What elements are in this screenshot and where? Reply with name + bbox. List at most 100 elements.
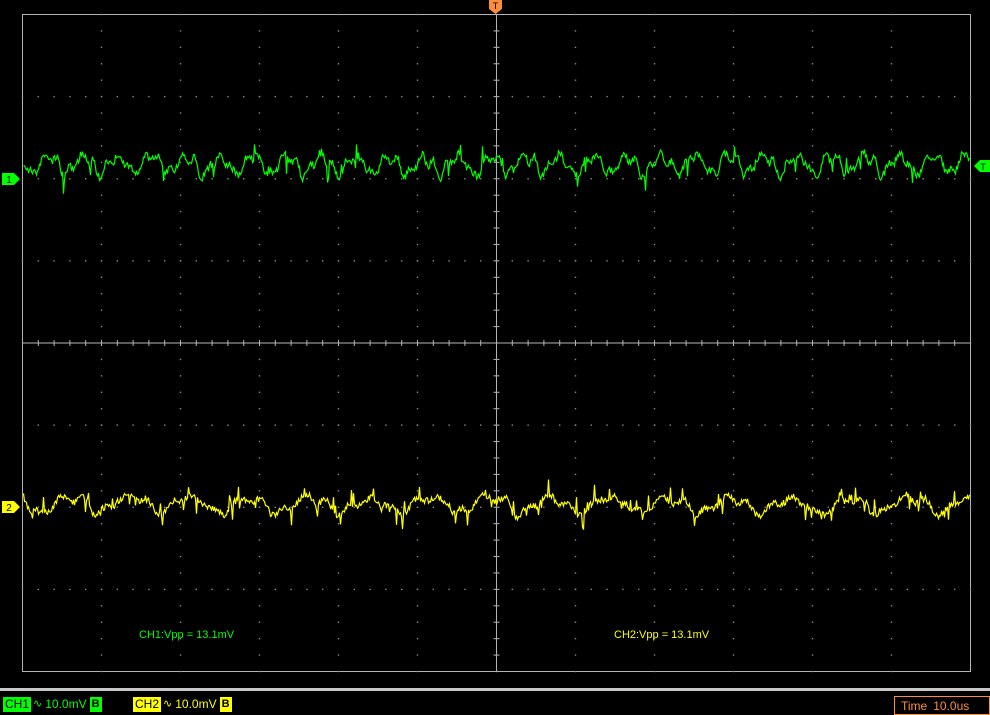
grid-dot: [732, 194, 735, 196]
grid-dot: [416, 293, 419, 295]
grid-dot: [590, 424, 592, 426]
grid-dot: [401, 95, 403, 98]
grid-dot: [574, 572, 577, 574]
grid-dot: [811, 46, 814, 49]
grid-dot: [511, 95, 513, 98]
grid-dot: [179, 670, 182, 673]
grid-dot: [890, 490, 893, 492]
grid-dot: [574, 605, 577, 607]
grid-dot: [258, 128, 261, 131]
grid-dot: [811, 293, 814, 295]
grid-dot: [416, 30, 419, 32]
grid-dot: [53, 588, 55, 591]
grid-dot: [574, 408, 577, 410]
grid-dot: [732, 227, 735, 229]
grid-dot: [100, 95, 103, 98]
grid-dot: [574, 375, 577, 377]
grid-dot: [732, 440, 735, 443]
grid-dot: [322, 506, 324, 508]
grid-dot: [732, 145, 735, 147]
grid-dot: [416, 227, 419, 229]
grid-dot: [21, 424, 24, 426]
grid-dot: [732, 522, 735, 525]
grid-dot: [179, 424, 182, 426]
grid-dot: [69, 178, 71, 180]
grid-dot: [843, 588, 845, 591]
grid-dot: [701, 95, 703, 98]
grid-dot: [796, 588, 798, 591]
grid-dot: [179, 325, 182, 328]
grid-dot: [416, 112, 419, 114]
grid-dot: [653, 145, 656, 147]
grid-dot: [416, 440, 419, 443]
timebase-setting[interactable]: Time 10.0us: [894, 696, 990, 715]
grid-dot: [322, 588, 324, 591]
grid-dot: [732, 79, 735, 81]
grid-dot: [574, 539, 577, 541]
grid-dot: [258, 539, 261, 541]
grid-dot: [258, 95, 261, 98]
grid-dot: [748, 178, 750, 180]
grid-dot: [890, 276, 893, 278]
grid-dot: [100, 210, 103, 213]
grid-dot: [337, 440, 340, 443]
grid-dot: [527, 95, 529, 98]
grid-dot: [432, 506, 434, 508]
grid-dot: [100, 473, 103, 476]
grid-dot: [527, 424, 529, 426]
grid-dot: [890, 408, 893, 410]
grid-dot: [337, 637, 340, 640]
grid-dot: [258, 605, 261, 607]
grid-dot: [353, 178, 355, 180]
grid-dot: [653, 490, 656, 492]
grid-dot: [811, 194, 814, 196]
grid-dot: [511, 588, 513, 591]
grid-dot: [290, 506, 292, 508]
grid-dot: [416, 637, 419, 640]
grid-dot: [432, 588, 434, 591]
grid-dot: [574, 670, 577, 673]
grid-dot: [100, 128, 103, 131]
grid-dot: [337, 588, 340, 591]
grid-dot: [732, 605, 735, 607]
grid-dot: [653, 621, 656, 623]
grid-dot: [227, 260, 229, 262]
grid-dot: [574, 46, 577, 49]
grid-dot: [574, 522, 577, 525]
grid-dot: [701, 588, 703, 591]
grid-dot: [685, 588, 687, 591]
grid-dot: [653, 210, 656, 213]
grid-dot: [732, 128, 735, 131]
grid-dot: [258, 490, 261, 492]
grid-dot: [258, 325, 261, 328]
ch1-settings[interactable]: CH1 ∿ 10.0mV B: [3, 697, 102, 712]
grid-dot: [890, 440, 893, 443]
grid-dot: [100, 161, 103, 164]
grid-dot: [274, 588, 276, 591]
grid-dot: [179, 210, 182, 213]
grid-dot: [732, 178, 735, 180]
grid-dot: [890, 555, 893, 558]
grid-dot: [416, 490, 419, 492]
grid-dot: [258, 654, 261, 656]
grid-dot: [274, 260, 276, 262]
grid-dot: [258, 670, 261, 673]
grid-dot: [179, 260, 182, 262]
grid-dot: [653, 309, 656, 311]
grid-dot: [416, 194, 419, 196]
grid-dot: [890, 145, 893, 147]
grid-dot: [701, 424, 703, 426]
grid-dot: [780, 95, 782, 98]
grid-dot: [653, 670, 656, 673]
ch2-settings[interactable]: CH2 ∿ 10.0mV B: [133, 697, 232, 712]
grid-dot: [890, 654, 893, 656]
grid-dot: [21, 260, 24, 262]
grid-dot: [416, 670, 419, 673]
grid-dot: [669, 178, 671, 180]
grid-dot: [100, 309, 103, 311]
grid-dot: [954, 588, 956, 591]
grid-dot: [638, 178, 640, 180]
grid-dot: [938, 506, 940, 508]
grid-dot: [574, 112, 577, 114]
grid-dot: [764, 588, 766, 591]
